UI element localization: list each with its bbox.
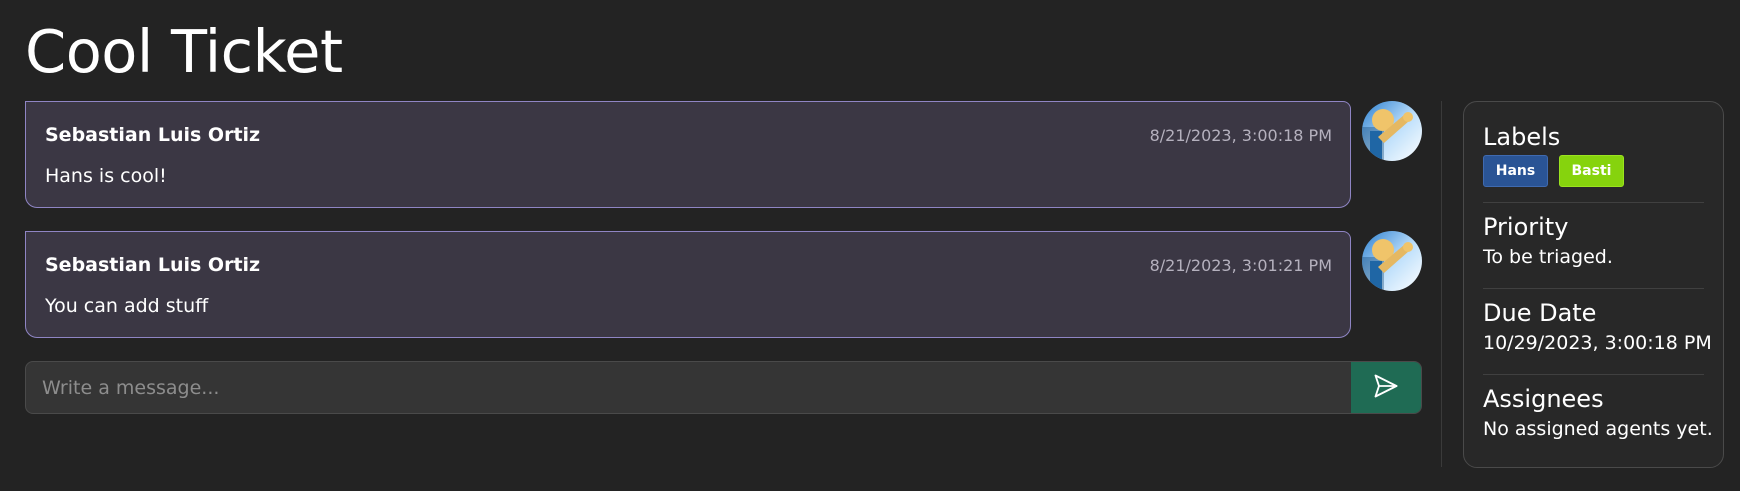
labels-list: Hans Basti bbox=[1483, 155, 1704, 187]
assignees-value: No assigned agents yet. bbox=[1483, 418, 1713, 440]
send-button[interactable] bbox=[1351, 362, 1421, 413]
labels-heading: Labels bbox=[1483, 123, 1561, 151]
assignees-heading: Assignees bbox=[1483, 385, 1604, 413]
message-card: Sebastian Luis Ortiz 8/21/2023, 3:00:18 … bbox=[25, 101, 1351, 208]
message-text: You can add stuff bbox=[45, 295, 209, 317]
assignees-section: Assignees No assigned agents yet. bbox=[1483, 384, 1713, 440]
page-title: Cool Ticket bbox=[25, 17, 343, 86]
section-divider bbox=[1483, 288, 1704, 289]
user-avatar-icon[interactable] bbox=[1362, 101, 1422, 161]
content-divider bbox=[1441, 101, 1442, 467]
user-avatar-icon[interactable] bbox=[1362, 231, 1422, 291]
message-timestamp: 8/21/2023, 3:01:21 PM bbox=[1149, 256, 1332, 275]
message-card: Sebastian Luis Ortiz 8/21/2023, 3:01:21 … bbox=[25, 231, 1351, 338]
label-chip-basti[interactable]: Basti bbox=[1559, 155, 1624, 187]
ticket-page: Cool Ticket Sebastian Luis Ortiz 8/21/20… bbox=[0, 0, 1740, 491]
due-date-section: Due Date 10/29/2023, 3:00:18 PM bbox=[1483, 298, 1712, 354]
message-author: Sebastian Luis Ortiz bbox=[45, 124, 261, 146]
message-timestamp: 8/21/2023, 3:00:18 PM bbox=[1149, 126, 1332, 145]
section-divider bbox=[1483, 202, 1704, 203]
priority-value: To be triaged. bbox=[1483, 246, 1613, 268]
due-date-heading: Due Date bbox=[1483, 299, 1597, 327]
label-chip-hans[interactable]: Hans bbox=[1483, 155, 1548, 187]
send-icon bbox=[1372, 372, 1400, 404]
priority-heading: Priority bbox=[1483, 213, 1569, 241]
ticket-details-panel: Labels Hans Basti Priority To be triaged… bbox=[1463, 101, 1724, 468]
message-text: Hans is cool! bbox=[45, 165, 167, 187]
due-date-value: 10/29/2023, 3:00:18 PM bbox=[1483, 332, 1712, 354]
message-composer bbox=[25, 361, 1422, 414]
message-author: Sebastian Luis Ortiz bbox=[45, 254, 261, 276]
section-divider bbox=[1483, 374, 1704, 375]
labels-section: Labels Hans Basti bbox=[1483, 122, 1704, 187]
message-input[interactable] bbox=[26, 362, 1351, 413]
priority-section: Priority To be triaged. bbox=[1483, 212, 1704, 268]
